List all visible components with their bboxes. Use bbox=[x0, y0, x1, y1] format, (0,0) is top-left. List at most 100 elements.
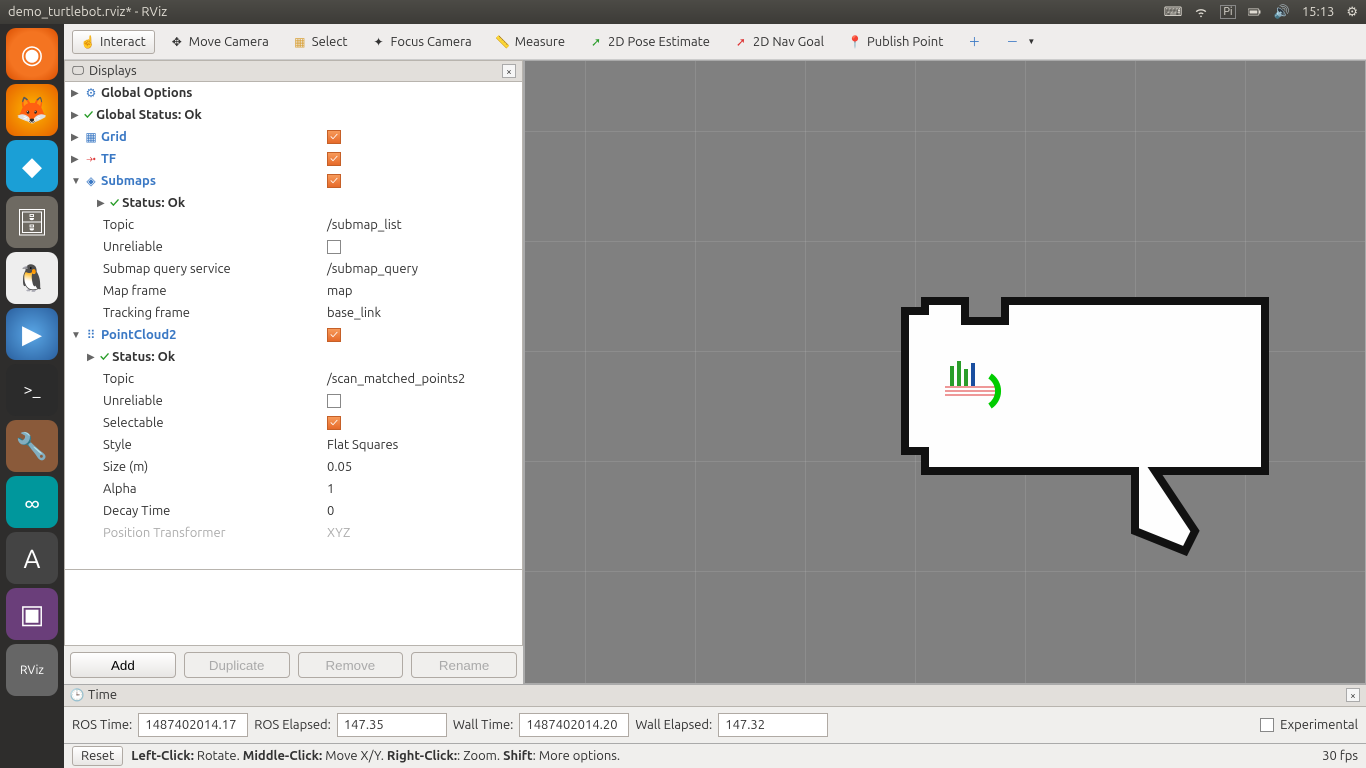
move-camera-tool[interactable]: ✥ Move Camera bbox=[161, 30, 278, 54]
displays-tree[interactable]: ▶⚙Global Options ▶✓Global Status: Ok ▶▦G… bbox=[65, 82, 522, 569]
reset-button[interactable]: Reset bbox=[72, 746, 123, 766]
tree-item-submaps-query[interactable]: Submap query service /submap_query bbox=[65, 258, 522, 280]
launcher-rviz-icon[interactable]: RViz bbox=[6, 644, 58, 696]
launcher-firefox-icon[interactable]: 🦊 bbox=[6, 84, 58, 136]
move-icon: ✥ bbox=[170, 35, 184, 49]
ros-time-field[interactable]: 1487402014.17 bbox=[138, 713, 248, 737]
tree-item-submaps-unreliable[interactable]: Unreliable bbox=[65, 236, 522, 258]
submaps-mapframe-value[interactable]: map bbox=[327, 284, 353, 298]
tree-item-pc-selectable[interactable]: Selectable ✓ bbox=[65, 412, 522, 434]
monitor-icon: 🖵 bbox=[71, 64, 85, 78]
wall-elapsed-field[interactable]: 147.32 bbox=[718, 713, 828, 737]
tree-item-pointcloud[interactable]: ▼⠿PointCloud2 ✓ bbox=[65, 324, 522, 346]
time-row: ROS Time: 1487402014.17 ROS Elapsed: 147… bbox=[64, 707, 1366, 743]
system-menubar: demo_turtlebot.rviz* - RViz ⌨ Pi 🔊 15:13… bbox=[0, 0, 1366, 24]
experimental-toggle[interactable]: Experimental bbox=[1260, 718, 1358, 732]
desktop: ◉ 🦊 ◆ 🗄 🐧 ▶ >_ 🔧 ∞ A ▣ RViz ☝ Interact ✥… bbox=[0, 24, 1366, 768]
pc-topic-value[interactable]: /scan_matched_points2 bbox=[327, 372, 465, 386]
tree-item-pc-alpha[interactable]: Alpha 1 bbox=[65, 478, 522, 500]
experimental-checkbox[interactable] bbox=[1260, 718, 1274, 732]
tree-item-submaps-topic[interactable]: Topic /submap_list bbox=[65, 214, 522, 236]
close-time-button[interactable]: × bbox=[1346, 688, 1360, 702]
grid-checkbox[interactable]: ✓ bbox=[327, 130, 341, 144]
submaps-unreliable-checkbox[interactable] bbox=[327, 240, 341, 254]
launcher-dash-icon[interactable]: ◉ bbox=[6, 28, 58, 80]
launcher-qq-icon[interactable]: 🐧 bbox=[6, 252, 58, 304]
launcher-files-icon[interactable]: 🗄 bbox=[6, 196, 58, 248]
pc-alpha-value[interactable]: 1 bbox=[327, 482, 334, 496]
tree-item-global-options[interactable]: ▶⚙Global Options bbox=[65, 82, 522, 104]
tree-item-submaps-status[interactable]: ▶✓Status: Ok bbox=[65, 192, 522, 214]
launcher-kodi-icon[interactable]: ◆ bbox=[6, 140, 58, 192]
publish-point-label: Publish Point bbox=[867, 35, 943, 49]
keyboard-icon[interactable]: ⌨ bbox=[1164, 5, 1183, 20]
tree-item-pc-decay[interactable]: Decay Time 0 bbox=[65, 500, 522, 522]
tree-item-pc-pos[interactable]: Position Transformer XYZ bbox=[65, 522, 522, 544]
tree-item-pc-unreliable[interactable]: Unreliable bbox=[65, 390, 522, 412]
tree-item-submaps-tracking[interactable]: Tracking frame base_link bbox=[65, 302, 522, 324]
remove-tool-button[interactable]: － ▼ bbox=[996, 30, 1047, 54]
plus-icon: ＋ bbox=[967, 35, 981, 49]
add-tool-button[interactable]: ＋ bbox=[958, 30, 990, 54]
tf-checkbox[interactable]: ✓ bbox=[327, 152, 341, 166]
add-button[interactable]: Add bbox=[70, 652, 176, 678]
launcher-terminal-icon[interactable]: >_ bbox=[6, 364, 58, 416]
wall-time-field[interactable]: 1487402014.20 bbox=[519, 713, 629, 737]
submaps-topic-value[interactable]: /submap_list bbox=[327, 218, 402, 232]
pc-pos-value[interactable]: XYZ bbox=[327, 526, 350, 540]
tree-item-pc-size[interactable]: Size (m) 0.05 bbox=[65, 456, 522, 478]
nav-goal-tool[interactable]: ➚ 2D Nav Goal bbox=[725, 30, 833, 54]
nav-arrow-icon: ➚ bbox=[734, 35, 748, 49]
displays-tree-container: ▶⚙Global Options ▶✓Global Status: Ok ▶▦G… bbox=[64, 82, 523, 570]
pose-estimate-tool[interactable]: ➚ 2D Pose Estimate bbox=[580, 30, 719, 54]
tree-item-global-status[interactable]: ▶✓Global Status: Ok bbox=[65, 104, 522, 126]
interact-tool[interactable]: ☝ Interact bbox=[72, 30, 155, 54]
pc-selectable-checkbox[interactable]: ✓ bbox=[327, 416, 341, 430]
clock[interactable]: 15:13 bbox=[1302, 5, 1335, 19]
remove-button[interactable]: Remove bbox=[298, 652, 404, 678]
battery-icon[interactable] bbox=[1248, 5, 1262, 19]
occupancy-map bbox=[885, 271, 1285, 571]
launcher-arduino-icon[interactable]: ∞ bbox=[6, 476, 58, 528]
chevron-down-icon: ▼ bbox=[1024, 35, 1038, 49]
volume-icon[interactable]: 🔊 bbox=[1274, 5, 1290, 20]
measure-tool[interactable]: 📏 Measure bbox=[487, 30, 574, 54]
tree-item-tf[interactable]: ▶⤞TF ✓ bbox=[65, 148, 522, 170]
rviz-viewport[interactable] bbox=[524, 60, 1366, 684]
system-tray: ⌨ Pi 🔊 15:13 ⚙ bbox=[1164, 5, 1358, 20]
focus-camera-tool[interactable]: ✦ Focus Camera bbox=[363, 30, 481, 54]
duplicate-button[interactable]: Duplicate bbox=[184, 652, 290, 678]
rename-button[interactable]: Rename bbox=[411, 652, 517, 678]
launcher-mediaplayer-icon[interactable]: ▶ bbox=[6, 308, 58, 360]
tree-item-grid[interactable]: ▶▦Grid ✓ bbox=[65, 126, 522, 148]
submaps-query-value[interactable]: /submap_query bbox=[327, 262, 418, 276]
tree-item-submaps[interactable]: ▼◈Submaps ✓ bbox=[65, 170, 522, 192]
submaps-tracking-value[interactable]: base_link bbox=[327, 306, 381, 320]
publish-point-tool[interactable]: 📍 Publish Point bbox=[839, 30, 952, 54]
pc-size-value[interactable]: 0.05 bbox=[327, 460, 352, 474]
time-header[interactable]: 🕒 Time × bbox=[64, 685, 1366, 707]
close-panel-button[interactable]: × bbox=[502, 64, 516, 78]
pc-unreliable-checkbox[interactable] bbox=[327, 394, 341, 408]
tree-item-pointcloud-status[interactable]: ▶✓Status: Ok bbox=[65, 346, 522, 368]
displays-header[interactable]: 🖵 Displays × bbox=[64, 60, 523, 82]
gear-blue-icon: ⚙ bbox=[84, 86, 98, 100]
launcher-updater-icon[interactable]: A bbox=[6, 532, 58, 584]
pointcloud-checkbox[interactable]: ✓ bbox=[327, 328, 341, 342]
pi-indicator-icon[interactable]: Pi bbox=[1220, 5, 1235, 19]
tree-item-pc-topic[interactable]: Topic /scan_matched_points2 bbox=[65, 368, 522, 390]
pc-decay-value[interactable]: 0 bbox=[327, 504, 334, 518]
gear-icon[interactable]: ⚙ bbox=[1346, 5, 1358, 20]
experimental-label: Experimental bbox=[1280, 718, 1358, 732]
submaps-checkbox[interactable]: ✓ bbox=[327, 174, 341, 188]
launcher-video-icon[interactable]: ▣ bbox=[6, 588, 58, 640]
tree-item-submaps-mapframe[interactable]: Map frame map bbox=[65, 280, 522, 302]
check-icon: ✓ bbox=[110, 196, 119, 210]
wifi-icon[interactable] bbox=[1194, 5, 1208, 19]
status-hint: Left-Click: Rotate. Middle-Click: Move X… bbox=[131, 749, 620, 763]
launcher-settings-icon[interactable]: 🔧 bbox=[6, 420, 58, 472]
pc-style-value[interactable]: Flat Squares bbox=[327, 438, 398, 452]
tree-item-pc-style[interactable]: Style Flat Squares bbox=[65, 434, 522, 456]
select-tool[interactable]: ▦ Select bbox=[284, 30, 357, 54]
ros-elapsed-field[interactable]: 147.35 bbox=[337, 713, 447, 737]
